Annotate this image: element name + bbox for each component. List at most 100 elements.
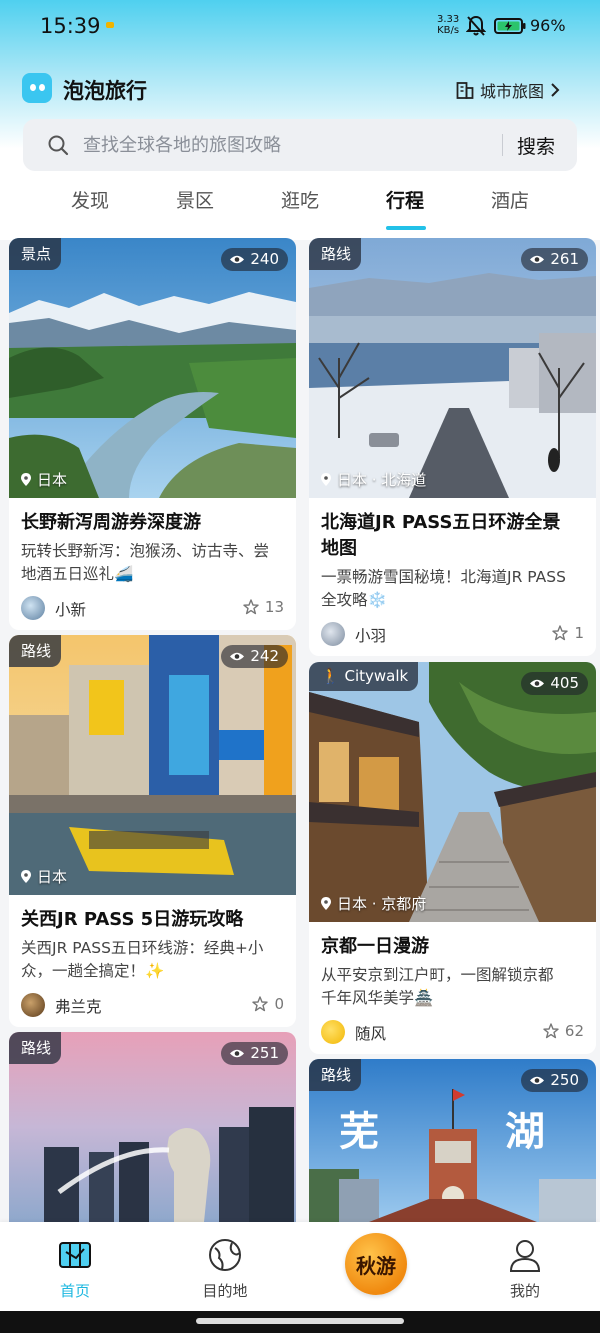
search-icon [48, 135, 69, 156]
battery-percentage: 96% [530, 16, 566, 35]
view-count: 251 [250, 1044, 279, 1062]
card-cover-image: 景点 240 日本 [9, 238, 296, 498]
view-count-badge: 251 [221, 1042, 288, 1065]
card-location: 日本 [21, 866, 67, 887]
app-logo [22, 73, 52, 103]
eye-icon [530, 255, 545, 263]
favorite-button[interactable]: 13 [243, 598, 284, 616]
card-description-line: 从平安京到江户町，一图解锁京都 [321, 966, 554, 984]
card-location: 日本 · 京都府 [321, 893, 426, 914]
card-footer: 弗兰克 0 [21, 987, 284, 1027]
app-title: 泡泡旅行 [63, 79, 147, 103]
nav-destination[interactable]: 目的地 [180, 1236, 270, 1301]
card-cover-image: 路线 242 日本 [9, 635, 296, 895]
favorite-count: 1 [574, 624, 584, 642]
location-label: 日本 · 京都府 [337, 895, 427, 913]
favorite-count: 13 [264, 598, 284, 616]
card-footer: 随风 62 [321, 1014, 584, 1054]
nav-home-label: 首页 [59, 1282, 90, 1300]
favorite-button[interactable]: 1 [552, 624, 584, 642]
avatar[interactable] [321, 622, 345, 646]
view-count-badge: 405 [521, 672, 588, 695]
card-description-line: 一票畅游雪国秘境！北海道JR PASS [321, 568, 566, 586]
status-time: 15:39 [40, 14, 101, 38]
city-map-button[interactable]: 城市旅图 [456, 78, 560, 102]
eye-icon [230, 255, 245, 263]
search-input[interactable] [83, 131, 503, 159]
globe-icon [209, 1239, 241, 1271]
guide-card[interactable]: 🚶 Citywalk 405 日本 · 京都府 京都一日漫游 从平安京到江户町，… [309, 662, 596, 1054]
card-title: 北海道JR PASS五日环游全景 地图 [321, 510, 584, 562]
favorite-count: 0 [274, 995, 284, 1013]
eye-icon [230, 652, 245, 660]
card-footer: 小羽 1 [321, 616, 584, 656]
card-tag-label: Citywalk [344, 667, 409, 685]
card-location: 日本 [21, 469, 67, 490]
card-description-line: 千年风华美学🏯 [321, 989, 434, 1007]
mountain-river-image [9, 238, 296, 498]
author-name[interactable]: 小羽 [355, 624, 386, 646]
star-icon [552, 625, 569, 641]
card-tag: 🚶 Citywalk [309, 662, 419, 691]
card-description: 玩转长野新泻：泡猴汤、访古寺、尝 地酒五日巡礼🚄 [21, 540, 284, 586]
map-home-icon [59, 1242, 91, 1268]
star-icon [252, 996, 269, 1012]
guide-card[interactable]: 景点 240 日本 长野新泻周游券深度游 玩转长野新泻：泡猴汤、访古寺、尝 地酒… [9, 238, 296, 630]
eye-icon [230, 1049, 245, 1057]
card-title: 京都一日漫游 [321, 936, 429, 957]
avatar[interactable] [321, 1020, 345, 1044]
card-cover-image: 🚶 Citywalk 405 日本 · 京都府 [309, 662, 596, 922]
logo-eye-left [30, 84, 36, 91]
view-count: 240 [250, 250, 279, 268]
avatar[interactable] [21, 993, 45, 1017]
tab-itinerary[interactable]: 行程 [365, 186, 445, 213]
city-map-label: 城市旅图 [480, 82, 545, 101]
location-label: 日本 · 北海道 [337, 471, 427, 489]
bell-muted-icon [466, 15, 486, 36]
snowy-harbor-street-image [309, 238, 596, 498]
tab-food[interactable]: 逛吃 [260, 186, 340, 213]
nav-home[interactable]: 首页 [30, 1236, 120, 1301]
cover-text-left: 芜 [339, 1108, 379, 1155]
favorite-button[interactable]: 0 [252, 995, 284, 1013]
guide-card[interactable]: 路线 251 [9, 1032, 296, 1222]
search-button[interactable]: 搜索 [517, 132, 555, 159]
kyoto-street-image [309, 662, 596, 922]
card-title-line: 地图 [321, 538, 357, 559]
tab-hotel[interactable]: 酒店 [470, 186, 550, 213]
location-pin-icon [321, 473, 331, 486]
location-pin-icon [21, 473, 31, 486]
user-icon [509, 1240, 541, 1272]
card-title-line: 北海道JR PASS五日环游全景 [321, 512, 561, 533]
card-cover-image: 路线 250 芜 湖 [309, 1059, 596, 1222]
tab-scenic[interactable]: 景区 [155, 186, 235, 213]
favorite-count: 62 [564, 1022, 584, 1040]
guide-card[interactable]: 路线 261 日本 · 北海道 北海道JR PASS五日环游全景 地图 一票畅游… [309, 238, 596, 656]
card-location: 日本 · 北海道 [321, 469, 426, 490]
guide-card[interactable]: 路线 250 芜 湖 [309, 1059, 596, 1222]
walking-icon: 🚶 [321, 667, 340, 685]
card-tag: 路线 [9, 635, 62, 667]
guide-card[interactable]: 路线 242 日本 关西JR PASS 5日游玩攻略 关西JR PASS五日环线… [9, 635, 296, 1027]
author-name[interactable]: 小新 [55, 598, 86, 620]
favorite-button[interactable]: 62 [543, 1022, 584, 1040]
cover-text-right: 湖 [505, 1108, 545, 1155]
system-home-indicator [0, 1311, 600, 1333]
view-count-badge: 261 [521, 248, 588, 271]
card-description-line: 全攻略❄️ [321, 591, 387, 609]
star-icon [543, 1023, 559, 1039]
avatar[interactable] [21, 596, 45, 620]
card-description-line: 众，一趟全搞定！✨ [21, 962, 165, 980]
network-speed-unit: KB/s [437, 25, 460, 36]
card-title: 长野新泻周游券深度游 [21, 512, 201, 533]
author-name[interactable]: 弗兰克 [55, 995, 102, 1017]
network-speed: 3.33 KB/s [437, 14, 459, 36]
tab-discover[interactable]: 发现 [50, 186, 130, 213]
nav-mine[interactable]: 我的 [480, 1236, 570, 1301]
author-name[interactable]: 随风 [355, 1022, 386, 1044]
card-description-line: 玩转长野新泻：泡猴汤、访古寺、尝 [21, 542, 270, 560]
card-tag: 景点 [9, 238, 62, 270]
autumn-trip-promo-button[interactable]: 秋游 [345, 1233, 407, 1295]
home-indicator-bar[interactable] [196, 1318, 404, 1324]
card-tag: 路线 [9, 1032, 62, 1064]
